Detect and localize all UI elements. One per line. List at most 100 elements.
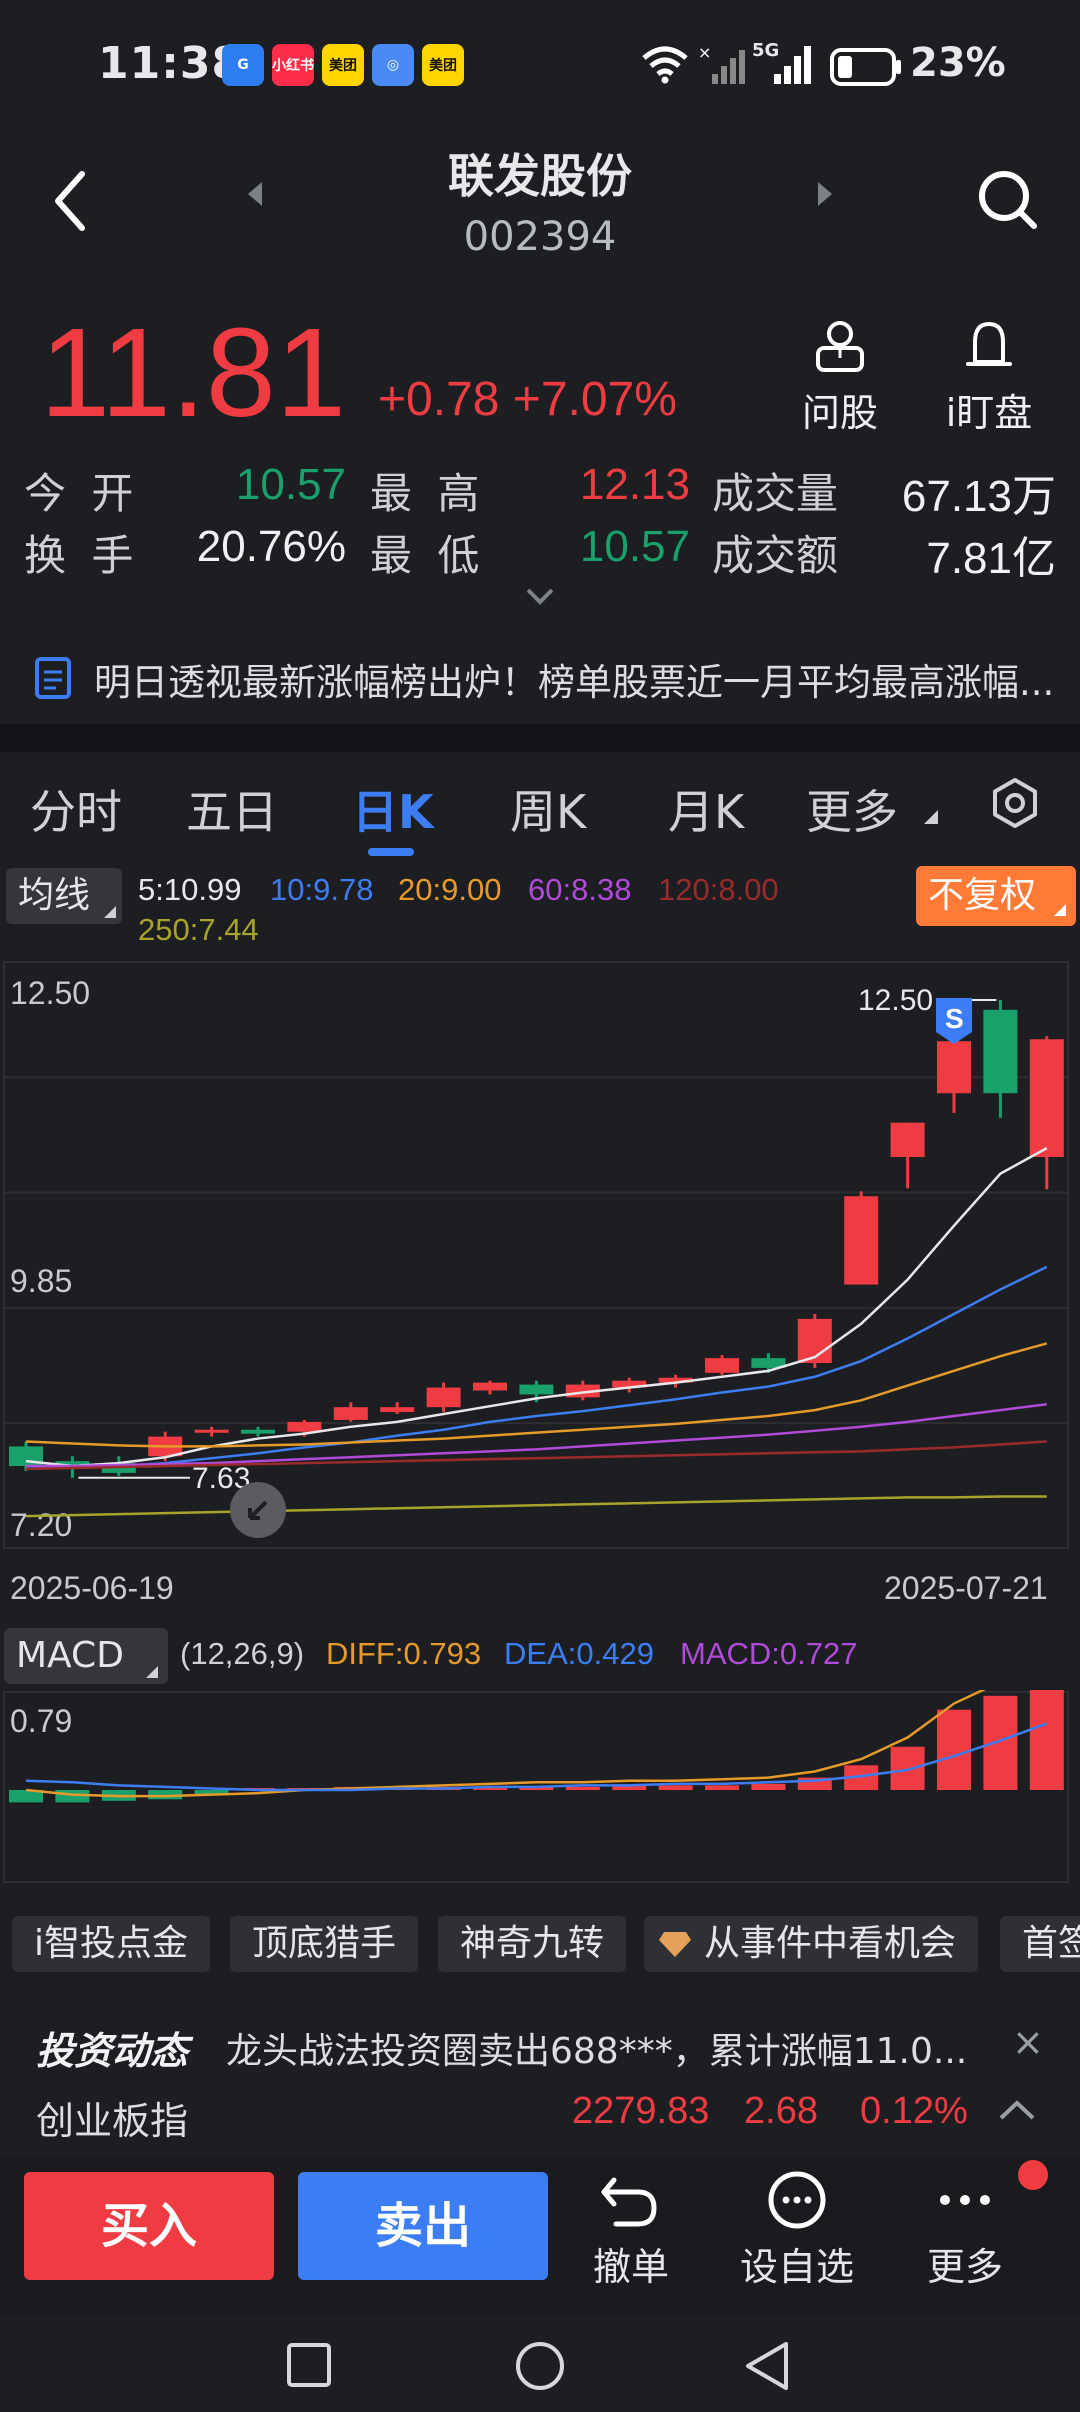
- battery-icon: [830, 48, 901, 86]
- date-start: 2025-06-19: [10, 1570, 174, 1606]
- signal-icon: [774, 46, 811, 84]
- y-label-low: 7.20: [10, 1507, 72, 1543]
- active-tab-indicator: [368, 848, 414, 856]
- chip-nine-turn[interactable]: 神奇九转: [438, 1916, 627, 1972]
- news-text: 明日透视最新涨幅榜出炉！榜单股票近一月平均最高涨幅...: [94, 661, 1054, 704]
- ma60-line: [26, 1402, 1047, 1468]
- wifi-icon: [642, 46, 688, 84]
- recents-icon[interactable]: [286, 2342, 332, 2388]
- current-price: 11.81: [40, 302, 346, 443]
- index-percent: 0.12%: [860, 2090, 968, 2132]
- more-circle-icon: [768, 2171, 826, 2229]
- svg-text:×: ×: [698, 44, 711, 62]
- tab-weekly-k[interactable]: 周K: [510, 776, 586, 842]
- ma5-value: 5:10.99: [138, 872, 242, 907]
- dropdown-corner-icon: [146, 1666, 158, 1678]
- macd-y-label: 0.79: [10, 1703, 72, 1739]
- price-adjust-button[interactable]: 不复权: [916, 866, 1076, 926]
- app-icon-2: 小红书: [272, 44, 314, 86]
- chip-first-sign[interactable]: 首签: [1000, 1916, 1080, 1972]
- chart-frame: [3, 961, 1069, 1549]
- dropdown-corner-icon: [104, 906, 116, 918]
- high-marker-label: 12.50: [858, 984, 933, 1017]
- ask-stock-button[interactable]: 问股: [800, 318, 880, 437]
- more-button[interactable]: 更多: [900, 2168, 1030, 2291]
- open-label: 今 开: [24, 469, 140, 518]
- candle-body: [705, 1358, 739, 1373]
- candle-body: [844, 1196, 879, 1285]
- macd-bar: [937, 1709, 971, 1790]
- open-value: 10.57: [235, 460, 346, 509]
- macd-dea: DEA:0.429: [504, 1636, 654, 1671]
- diamond-icon: [659, 1932, 691, 1957]
- back-nav-icon[interactable]: [742, 2340, 792, 2392]
- volume-value: 67.13万: [901, 472, 1056, 521]
- macd-bar: [983, 1695, 1018, 1790]
- amount-value: 7.81亿: [926, 534, 1056, 583]
- macd-params: (12,26,9): [180, 1636, 305, 1671]
- date-end: 2025-07-21: [884, 1570, 1048, 1606]
- status-bar: 11:38 G 小红书 美团 ◎ 美团 × 5G 23%: [0, 0, 1080, 130]
- ask-stock-label: 问股: [801, 391, 878, 435]
- invest-brand: 投资动态: [36, 2029, 189, 2073]
- price-adjust-label: 不复权: [928, 875, 1037, 916]
- chip-top-bottom[interactable]: 顶底猎手: [230, 1916, 419, 1972]
- macd-bar: [705, 1785, 739, 1790]
- tab-five-day[interactable]: 五日: [186, 776, 278, 842]
- tab-intraday[interactable]: 分时: [30, 776, 122, 842]
- invest-text: 龙头战法投资圈卖出688***，累计涨幅11.0...: [226, 2031, 968, 2072]
- chevron-up-icon[interactable]: [998, 2098, 1036, 2122]
- high-value: 12.13: [579, 460, 690, 509]
- indicator-selector[interactable]: MACD: [4, 1628, 168, 1684]
- watch-stock-button[interactable]: i盯盘: [934, 318, 1044, 437]
- sell-button[interactable]: 卖出: [298, 2172, 548, 2280]
- dropdown-corner-icon: [924, 810, 938, 824]
- search-icon[interactable]: [976, 168, 1040, 232]
- app-icon-5: 美团: [422, 44, 464, 86]
- candle-body: [380, 1407, 415, 1413]
- buy-button[interactable]: 买入: [24, 2172, 274, 2280]
- notification-dot: [1018, 2160, 1048, 2190]
- cancel-order-button[interactable]: 撤单: [566, 2168, 696, 2291]
- tab-more[interactable]: 更多: [806, 776, 898, 842]
- macd-chart[interactable]: 0.79: [0, 1690, 1080, 1886]
- index-name: 创业板指: [36, 2099, 189, 2143]
- battery-percent: 23%: [910, 40, 1006, 86]
- macd-bar: [565, 1786, 600, 1790]
- candle-body: [1029, 1039, 1064, 1157]
- chip-event-label: 从事件中看机会: [704, 1923, 957, 1964]
- expand-chevron-icon[interactable]: [524, 586, 556, 608]
- stock-code: 002394: [463, 214, 617, 260]
- set-watchlist-button[interactable]: 设自选: [732, 2168, 862, 2291]
- cancel-order-label: 撤单: [592, 2245, 669, 2289]
- divider: [0, 724, 1080, 752]
- ma10-value: 10:9.78: [270, 872, 374, 907]
- watch-stock-label: i盯盘: [945, 391, 1033, 435]
- home-icon[interactable]: [514, 2340, 566, 2392]
- macd-diff: DIFF:0.793: [326, 1636, 482, 1671]
- more-label: 更多: [926, 2245, 1003, 2289]
- macd-bar: [658, 1785, 693, 1790]
- kline-chart[interactable]: 12.509.857.2012.507.63S: [0, 960, 1080, 1560]
- ma250-value: 250:7.44: [138, 912, 259, 947]
- chip-event-opportunity[interactable]: 从事件中看机会: [644, 1916, 979, 1972]
- next-stock-icon[interactable]: [812, 178, 836, 210]
- candle-body: [937, 1041, 971, 1094]
- close-icon[interactable]: ×: [1012, 2020, 1044, 2064]
- app-icon-3: 美团: [322, 44, 364, 86]
- indicator-selector-label: MACD: [16, 1635, 124, 1676]
- tab-monthly-k[interactable]: 月K: [668, 776, 744, 842]
- more-dots-icon: [940, 2195, 990, 2205]
- candle-body: [287, 1421, 322, 1432]
- candle-body: [983, 1009, 1018, 1094]
- dropdown-corner-icon: [1054, 904, 1066, 916]
- ma60-value: 60:8.38: [528, 872, 632, 907]
- settings-icon[interactable]: [988, 776, 1042, 830]
- tab-daily-k[interactable]: 日K: [352, 776, 434, 842]
- candle-body: [473, 1382, 507, 1391]
- chip-ai-gold[interactable]: i智投点金: [12, 1916, 211, 1972]
- app-icon-4: ◎: [372, 44, 414, 86]
- user-icon: [816, 321, 864, 372]
- document-icon: [35, 657, 71, 699]
- ma250-line: [25, 1495, 1047, 1518]
